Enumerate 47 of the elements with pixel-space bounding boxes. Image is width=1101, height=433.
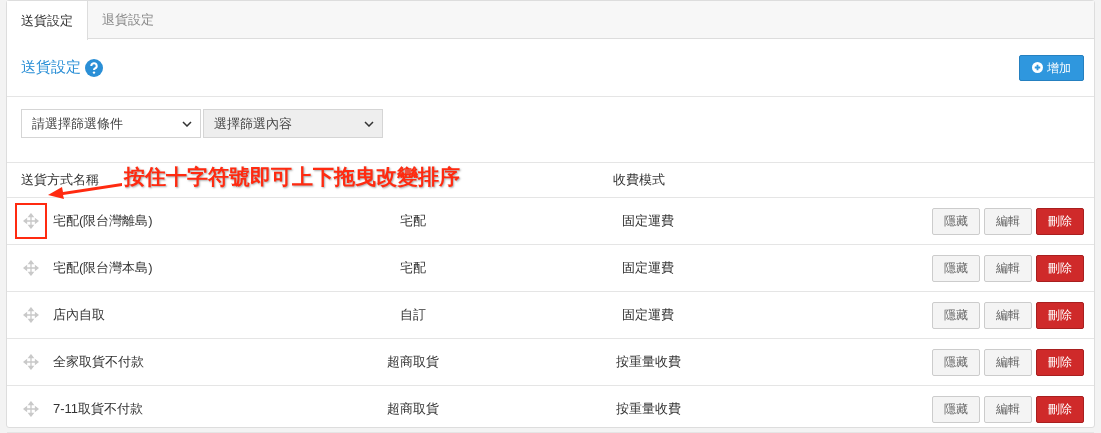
move-handle-icon[interactable]	[23, 307, 39, 323]
tab[interactable]: 送貨設定	[7, 1, 88, 40]
table-cell: 按重量收費	[615, 354, 681, 370]
table-cell: 店內自取	[53, 307, 105, 323]
move-handle-icon[interactable]	[23, 354, 39, 370]
table-cell: 全家取貨不付款	[53, 354, 144, 370]
chevron-down-icon	[364, 120, 374, 127]
table-cell: 固定運費	[622, 307, 674, 323]
table-cell: 固定運費	[622, 260, 674, 276]
row-action-button[interactable]: 刪除	[1036, 395, 1084, 423]
row-action-button[interactable]: 隱藏	[932, 395, 980, 423]
panel-title: 送貨設定	[21, 57, 81, 78]
annotation-text: 按住十字符號即可上下拖曳改變排序	[124, 164, 460, 190]
column-header: 收費模式	[613, 171, 665, 190]
filter-dropdown[interactable]: 請選擇篩選條件	[21, 109, 201, 138]
row-action-button[interactable]: 隱藏	[932, 301, 980, 329]
row-action-button[interactable]: 刪除	[1036, 348, 1084, 376]
row-action-button[interactable]: 隱藏	[932, 254, 980, 282]
column-header: 送貨方式名稱	[21, 172, 99, 188]
row-action-button[interactable]: 編輯	[984, 207, 1032, 235]
plus-circle-icon	[1032, 62, 1043, 73]
table-cell: 固定運費	[622, 213, 674, 229]
row-action-button[interactable]: 編輯	[984, 395, 1032, 423]
add-button[interactable]: 增加	[1019, 54, 1084, 81]
row-action-button[interactable]: 刪除	[1036, 301, 1084, 329]
row-action-button[interactable]: 編輯	[984, 254, 1032, 282]
move-handle-icon[interactable]	[23, 260, 39, 276]
row-action-button[interactable]: 隱藏	[932, 348, 980, 376]
move-handle-icon[interactable]	[23, 401, 39, 417]
tab[interactable]: 退貨設定	[88, 1, 169, 39]
row-action-button[interactable]: 編輯	[984, 348, 1032, 376]
table-cell: 超商取貨	[387, 354, 439, 370]
table-cell: 超商取貨	[387, 401, 439, 417]
table-cell: 自訂	[400, 307, 426, 323]
row-action-button[interactable]: 刪除	[1036, 207, 1084, 235]
table-cell: 宅配	[400, 260, 426, 276]
row-action-button[interactable]: 隱藏	[932, 207, 980, 235]
move-handle-icon[interactable]	[23, 213, 39, 229]
table-cell: 7-11取貨不付款	[53, 401, 144, 417]
row-action-button[interactable]: 編輯	[984, 301, 1032, 329]
table-cell: 宅配(限台灣本島)	[53, 260, 153, 276]
row-action-button[interactable]: 刪除	[1036, 254, 1084, 282]
chevron-down-icon	[182, 120, 192, 127]
table-cell: 宅配(限台灣離島)	[53, 213, 153, 229]
table-cell: 宅配	[400, 213, 426, 229]
help-icon[interactable]	[85, 58, 103, 77]
table-cell: 按重量收費	[615, 401, 681, 417]
